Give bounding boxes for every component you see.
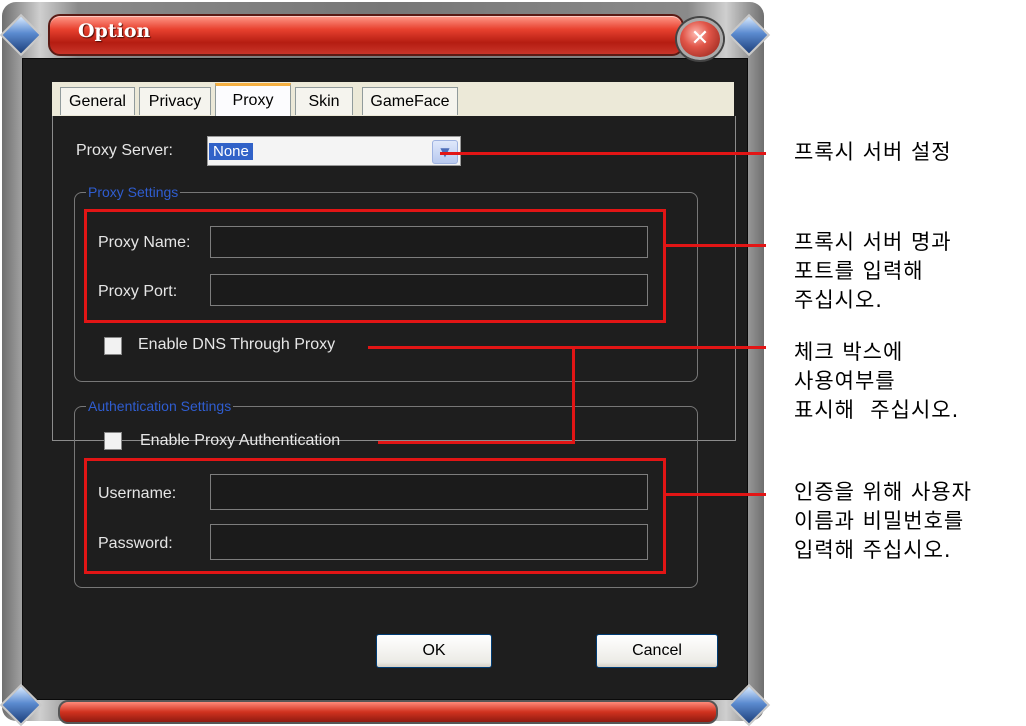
cancel-button[interactable]: Cancel [596, 634, 718, 668]
ok-button[interactable]: OK [376, 634, 492, 668]
proxy-server-note: 프록시 서버 설정 [794, 140, 952, 164]
close-button[interactable]: ✕ [677, 18, 723, 60]
tab-gameface[interactable]: GameFace [362, 87, 458, 115]
checkbox-note: 체크 박스에 사용여부를 표시해 주십시오. [794, 340, 960, 422]
auth-fields-highlight [84, 458, 666, 574]
tab-general[interactable]: General [60, 87, 135, 115]
annotation-line [368, 346, 766, 349]
annotation-line [378, 441, 575, 444]
annotation-line [666, 493, 766, 496]
window-title: Option [78, 20, 151, 42]
annotation-line [666, 244, 766, 247]
close-icon: ✕ [690, 26, 710, 51]
enable-auth-checkbox[interactable] [104, 432, 122, 450]
proxy-fields-highlight [84, 209, 666, 323]
auth-note: 인증을 위해 사용자 이름과 비밀번호를 입력해 주십시오. [794, 480, 972, 562]
proxy-server-label: Proxy Server: [76, 142, 173, 159]
enable-dns-checkbox[interactable] [104, 337, 122, 355]
enable-dns-label: Enable DNS Through Proxy [138, 336, 336, 353]
enable-auth-label: Enable Proxy Authentication [140, 432, 341, 449]
tab-proxy[interactable]: Proxy [215, 83, 291, 116]
proxy-settings-note: 프록시 서버 명과 포트를 입력해 주십시오. [794, 230, 952, 312]
proxy-server-value: None [209, 143, 253, 160]
annotation-line [440, 152, 766, 155]
auth-settings-legend: Authentication Settings [86, 398, 234, 414]
proxy-settings-legend: Proxy Settings [86, 184, 181, 200]
tab-privacy[interactable]: Privacy [139, 87, 211, 115]
tab-skin[interactable]: Skin [295, 87, 353, 115]
bottom-bar [58, 700, 718, 724]
annotation-line [572, 346, 575, 444]
